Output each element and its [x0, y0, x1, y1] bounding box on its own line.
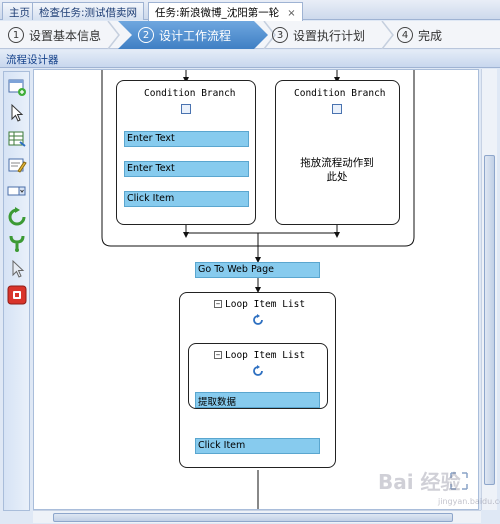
collapse-icon[interactable]: − [214, 351, 222, 359]
condition-branch-2[interactable] [275, 80, 400, 225]
step-schedule[interactable]: 3 设置执行计划 [272, 21, 365, 49]
action-enter-text[interactable]: Enter Text [124, 161, 249, 177]
action-enter-text[interactable]: Enter Text [124, 131, 249, 147]
action-click-item[interactable]: Click Item [195, 438, 320, 454]
flow-canvas[interactable]: Condition Branch Enter Text Enter Text C… [33, 69, 479, 510]
scroll-thumb[interactable] [53, 513, 453, 522]
collapse-icon[interactable]: − [214, 300, 222, 308]
watermark: Bai 经验 [378, 470, 461, 494]
condition-icon[interactable] [7, 233, 27, 253]
action-go-to-web-page[interactable]: Go To Web Page [195, 262, 320, 278]
branch-2-title: Condition Branch [294, 88, 386, 99]
tab-bar: 主页 检查任务:测试借卖网 任务:新浪微博_沈阳第一轮 × [0, 0, 500, 21]
branch-toggle-icon[interactable] [181, 104, 191, 114]
loop-icon [253, 365, 263, 376]
step-separator-icon [381, 21, 394, 49]
step-design-workflow[interactable]: 2 设计工作流程 [138, 21, 231, 49]
loop-icon [253, 314, 263, 325]
tab-check-task[interactable]: 检查任务:测试借卖网 [32, 2, 145, 20]
action-extract-data[interactable]: 提取数据 [195, 392, 320, 408]
branch-toggle-icon[interactable] [332, 104, 342, 114]
action-click-item[interactable]: Click Item [124, 191, 249, 207]
stop-icon[interactable] [7, 285, 27, 305]
step-separator-icon [107, 21, 120, 49]
vertical-scrollbar[interactable] [481, 69, 497, 510]
horizontal-scrollbar[interactable] [33, 510, 481, 523]
step-basic-info[interactable]: 1 设置基本信息 [8, 21, 101, 49]
extract-data-icon[interactable] [7, 129, 27, 149]
watermark-sub: jingyan.baidu.com [438, 497, 500, 506]
panel-title: 流程设计器 [0, 50, 500, 68]
drop-zone-hint: 拖放流程动作到 此处 [290, 156, 384, 184]
branch-1-title: Condition Branch [144, 88, 236, 99]
scroll-thumb[interactable] [484, 155, 495, 485]
loop-icon[interactable] [7, 207, 27, 227]
inner-loop-title: − Loop Item List [214, 350, 306, 361]
click-icon[interactable] [7, 103, 27, 123]
web-page-icon[interactable] [7, 77, 27, 97]
tab-current-task[interactable]: 任务:新浪微博_沈阳第一轮 × [148, 2, 303, 21]
outer-loop-title: − Loop Item List [214, 299, 306, 310]
action-toolbar [3, 71, 30, 511]
enter-text-icon[interactable] [7, 155, 27, 175]
step-finish[interactable]: 4 完成 [397, 21, 442, 49]
mouse-hover-icon[interactable] [7, 259, 27, 279]
select-option-icon[interactable] [7, 181, 27, 201]
close-icon[interactable]: × [287, 8, 295, 19]
